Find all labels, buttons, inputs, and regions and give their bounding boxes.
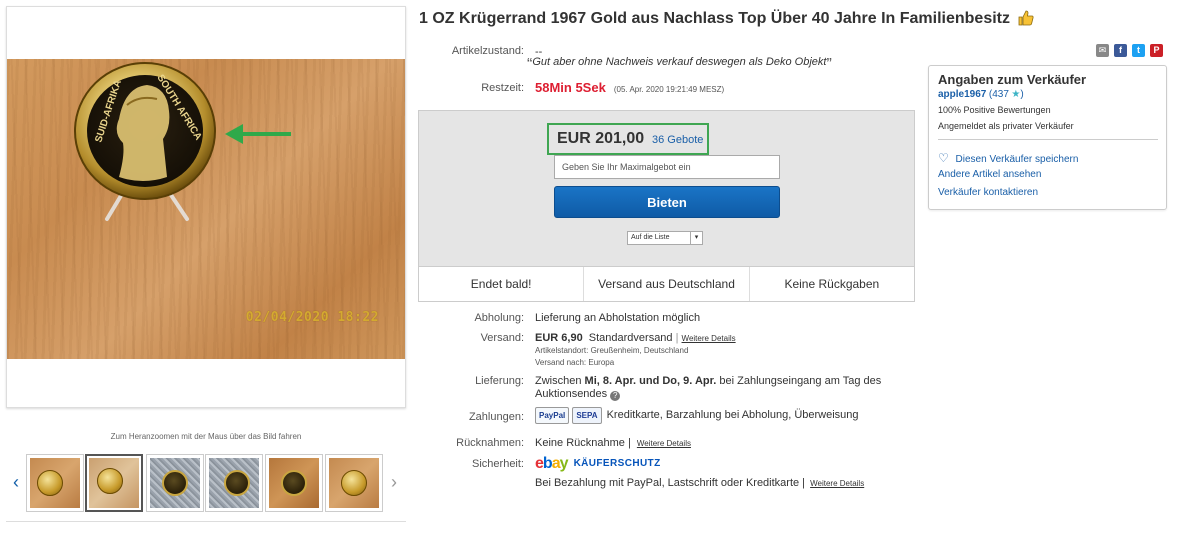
shipping-details-link[interactable]: Weitere Details [682, 334, 736, 343]
delivery-dates: Mi, 8. Apr. und Do, 9. Apr. [584, 375, 717, 387]
buyer-protection: ebay KÄUFERSCHUTZ [535, 455, 661, 473]
delivery-value: Zwischen Mi, 8. Apr. und Do, 9. Apr. bei… [535, 375, 895, 401]
save-seller-link[interactable]: ♡ Diesen Verkäufer speichern [938, 151, 1078, 165]
item-location: Artikelstandort: Greußenheim, Deutschlan… [535, 346, 689, 355]
share-email-icon[interactable]: ✉ [1096, 44, 1109, 57]
shipping-label: Versand: [480, 332, 524, 344]
seller-name-row: apple1967 (437 ★) [938, 89, 1024, 100]
remaining-label: Restzeit: [481, 82, 524, 94]
feedback-score[interactable]: (437 [989, 89, 1009, 100]
watchlist-select[interactable]: Auf die Liste ▾ [627, 231, 703, 245]
photo-timestamp: 02/04/2020 18:22 [245, 310, 379, 325]
buyer-protection-label: KÄUFERSCHUTZ [573, 458, 661, 469]
security-details-link[interactable]: Weitere Details [810, 479, 864, 488]
security-text: Bei Bezahlung mit PayPal, Lastschrift od… [535, 477, 864, 489]
shipping-value: EUR 6,90 Standardversand | Weitere Detai… [535, 332, 736, 344]
feedback-score-close: ) [1020, 89, 1024, 100]
bids-count-link[interactable]: 36 Gebote [652, 134, 703, 146]
watchlist-select-label: Auf die Liste [631, 234, 670, 241]
thumbnail[interactable] [146, 454, 204, 512]
info-ending-soon: Endet bald! [470, 277, 532, 291]
ebay-logo: ebay [535, 455, 568, 472]
delivery-line2: Auktionsendes [535, 388, 608, 400]
returns-text: Keine Rücknahme | [535, 437, 631, 449]
payment-label: Zahlungen: [468, 411, 524, 423]
share-pinterest-icon[interactable]: P [1150, 44, 1163, 57]
shipping-price: EUR 6,90 [535, 332, 583, 344]
contact-seller-link[interactable]: Verkäufer kontaktieren [938, 187, 1038, 198]
current-price: EUR 201,00 [557, 130, 645, 147]
payment-value: PayPal SEPA Kreditkarte, Barzahlung bei … [535, 407, 859, 424]
bid-panel: EUR 201,00 36 Gebote Bieten Auf die List… [418, 110, 915, 302]
condition-note: “Gut aber ohne Nachweis verkauf deswegen… [527, 56, 832, 73]
delivery-label: Lieferung: [475, 375, 524, 387]
paypal-logo: PayPal [535, 407, 570, 424]
thumbnail-next-arrow-icon[interactable]: › [386, 470, 402, 494]
other-items-link[interactable]: Andere Artikel ansehen [938, 169, 1041, 180]
countdown-timer: 58Min 5Sek [535, 80, 606, 95]
ships-to: Versand nach: Europa [535, 358, 615, 367]
divider [6, 521, 406, 522]
shipping-method: Standardversand [588, 332, 673, 344]
share-twitter-icon[interactable]: t [1132, 44, 1145, 57]
save-seller-label: Diesen Verkäufer speichern [955, 154, 1079, 165]
info-no-returns: Keine Rückgaben [748, 267, 914, 301]
delivery-prefix: Zwischen [535, 375, 585, 387]
pickup-label: Abholung: [474, 312, 524, 324]
payment-methods: Kreditkarte, Barzahlung bei Abholung, Üb… [606, 409, 859, 422]
security-label: Sicherheit: [472, 458, 524, 470]
remaining-time: 58Min 5Sek (05. Apr. 2020 19:21:49 MESZ) [535, 80, 724, 95]
share-facebook-icon[interactable]: f [1114, 44, 1127, 57]
condition-note-text: Gut aber ohne Nachweis verkauf deswegen … [532, 56, 827, 68]
sepa-logo: SEPA [572, 407, 602, 424]
thumbs-up-icon [1018, 10, 1034, 31]
main-image-frame[interactable]: SUID-AFRIKA SOUTH AFRICA 02/04/2020 18:2… [6, 6, 406, 408]
thumbnail-prev-arrow-icon[interactable]: ‹ [8, 470, 24, 494]
zoom-hint: Zum Heranzoomen mit der Maus über das Bi… [110, 432, 302, 441]
pickup-value: Lieferung an Abholstation möglich [535, 312, 701, 324]
listing-title-text: 1 OZ Krügerrand 1967 Gold aus Nachlass T… [419, 10, 1010, 27]
divider [938, 139, 1158, 140]
info-shipping-from: Versand aus Deutschland [583, 267, 748, 301]
thumbnail-strip: ‹ › [6, 452, 406, 516]
main-product-photo[interactable]: SUID-AFRIKA SOUTH AFRICA 02/04/2020 18:2… [7, 59, 405, 359]
returns-value: Keine Rücknahme | Weitere Details [535, 437, 691, 449]
seller-heading: Angaben zum Verkäufer [938, 72, 1087, 87]
condition-label: Artikelzustand: [451, 45, 524, 57]
security-description: Bei Bezahlung mit PayPal, Lastschrift od… [535, 477, 806, 489]
thumbnail[interactable] [265, 454, 323, 512]
returns-label: Rücknahmen: [456, 437, 524, 449]
listing-title: 1 OZ Krügerrand 1967 Gold aus Nachlass T… [419, 10, 1159, 31]
returns-details-link[interactable]: Weitere Details [637, 439, 691, 448]
thumbnail[interactable] [325, 454, 383, 512]
chevron-down-icon: ▾ [690, 232, 702, 244]
thumbnail-active[interactable] [85, 454, 143, 512]
delivery-suffix: bei Zahlungseingang am Tag des [716, 375, 882, 387]
positive-feedback: 100% Positive Bewertungen [938, 105, 1051, 115]
price-highlight: EUR 201,00 36 Gebote [547, 123, 709, 155]
max-bid-input[interactable] [554, 155, 780, 179]
seller-name-link[interactable]: apple1967 [938, 89, 986, 100]
seller-type: Angemeldet als privater Verkäufer [938, 121, 1074, 131]
bid-button[interactable]: Bieten [554, 186, 780, 218]
heart-icon: ♡ [938, 151, 949, 165]
seller-info-box: Angaben zum Verkäufer apple1967 (437 ★) … [928, 65, 1167, 210]
info-strip: Endet bald! Versand aus Deutschland Kein… [419, 266, 914, 301]
thumbnail[interactable] [205, 454, 263, 512]
thumbnail[interactable] [26, 454, 84, 512]
help-icon[interactable]: ? [610, 391, 621, 401]
end-date: (05. Apr. 2020 19:21:49 MESZ) [613, 85, 725, 94]
